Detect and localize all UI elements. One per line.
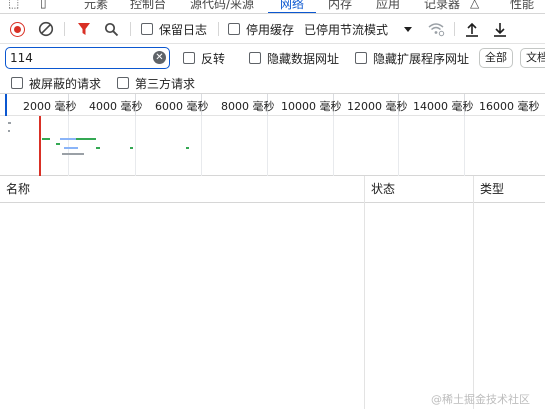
column-header-status[interactable]: 状态 [365, 176, 395, 203]
tab-recorder[interactable]: 记录器 [424, 0, 460, 12]
filter-doc-button[interactable]: 文档 [520, 48, 545, 68]
tab-memory[interactable]: 内存 [328, 0, 352, 12]
tab-network[interactable]: 网络 [280, 0, 304, 12]
request-bar [186, 147, 189, 149]
request-bar [62, 153, 84, 155]
grid-line [267, 116, 268, 176]
checkbox-box[interactable] [355, 52, 367, 64]
tick-label: 12000 毫秒 [347, 100, 408, 113]
import-har-button[interactable] [465, 21, 479, 37]
devtools-tab-bar: ⬚ ▯ 元素 控制台 源代码/来源 网络 内存 应用 记录器 △ 性能 [0, 0, 545, 14]
preserve-log-label: 保留日志 [159, 22, 208, 37]
wifi-settings-icon [428, 23, 445, 37]
checkbox-box[interactable] [11, 77, 23, 89]
filter-funnel-icon [78, 23, 90, 35]
request-bar [96, 147, 100, 149]
hide-data-urls-checkbox[interactable]: 隐藏数据网址 [249, 50, 339, 66]
request-bar [76, 138, 96, 140]
tick-label: 4000 毫秒 [89, 100, 143, 113]
grid-line [135, 116, 136, 176]
disable-cache-label: 停用缓存 [246, 22, 295, 37]
download-icon [494, 22, 506, 37]
checkbox-box[interactable] [183, 52, 195, 64]
clear-button[interactable] [38, 21, 54, 37]
column-header-name[interactable]: 名称 [0, 176, 30, 203]
column-divider[interactable] [473, 176, 474, 409]
toolbar-separator [454, 22, 455, 36]
request-filter-row: 被屏蔽的请求 第三方请求 [0, 72, 545, 94]
column-divider[interactable] [364, 176, 365, 409]
request-bar [130, 147, 133, 149]
tick-label: 8000 毫秒 [221, 100, 275, 113]
filter-all-button[interactable]: 全部 [479, 48, 513, 68]
device-toolbar-icon[interactable]: ▯ [40, 0, 47, 10]
network-toolbar: 保留日志 停用缓存 已停用节流模式 [0, 14, 545, 44]
grid-line [333, 116, 334, 176]
grid-line [201, 116, 202, 176]
request-table-header: 名称 状态 类型 [0, 176, 545, 203]
hide-data-urls-label: 隐藏数据网址 [267, 51, 340, 66]
hide-extension-urls-checkbox[interactable]: 隐藏扩展程序网址 [355, 50, 469, 66]
invert-checkbox[interactable]: 反转 [183, 50, 225, 66]
load-event-marker [39, 116, 41, 176]
grid-line [464, 116, 465, 176]
tick-label: 2000 毫秒 [23, 100, 77, 113]
column-header-type[interactable]: 类型 [474, 176, 504, 203]
blocked-requests-checkbox[interactable]: 被屏蔽的请求 [11, 75, 101, 91]
blocked-requests-label: 被屏蔽的请求 [29, 76, 102, 91]
timeline-overview[interactable] [0, 116, 545, 176]
export-har-button[interactable] [493, 21, 507, 37]
timeline-ruler[interactable]: 2000 毫秒 4000 毫秒 6000 毫秒 8000 毫秒 10000 毫秒… [0, 94, 545, 116]
filter-input-box[interactable]: ✕ [5, 47, 170, 69]
tab-performance[interactable]: 性能 [510, 0, 534, 12]
tab-sources[interactable]: 源代码/来源 [190, 0, 254, 12]
grid-line [68, 116, 69, 176]
search-icon [104, 22, 119, 36]
tick-label: 16000 毫秒 [479, 100, 540, 113]
tab-application[interactable]: 应用 [376, 0, 400, 12]
record-icon [10, 21, 25, 37]
clear-filter-icon[interactable]: ✕ [153, 51, 166, 64]
preserve-log-checkbox[interactable]: 保留日志 [141, 21, 207, 37]
clear-icon [38, 21, 54, 37]
tick-label: 10000 毫秒 [281, 100, 342, 113]
chevron-down-icon [404, 27, 413, 32]
disable-cache-checkbox[interactable]: 停用缓存 [228, 21, 294, 37]
checkbox-box[interactable] [117, 77, 129, 89]
third-party-checkbox[interactable]: 第三方请求 [117, 75, 195, 91]
tab-console[interactable]: 控制台 [130, 0, 166, 12]
network-conditions-button[interactable] [427, 21, 445, 37]
tick-label: 6000 毫秒 [155, 100, 209, 113]
upload-icon [466, 22, 478, 37]
third-party-label: 第三方请求 [135, 76, 196, 91]
filter-toggle-button[interactable] [77, 21, 91, 37]
filter-bar: ✕ 反转 隐藏数据网址 隐藏扩展程序网址 全部 文档 [0, 44, 545, 72]
request-bar [56, 143, 60, 145]
search-button[interactable] [104, 21, 119, 37]
watermark-text: @稀土掘金技术社区 [431, 393, 530, 406]
throttle-select-value: 已停用节流模式 [304, 22, 389, 37]
checkbox-box[interactable] [228, 23, 240, 35]
request-bar [8, 122, 11, 124]
recorder-flask-icon: △ [470, 0, 480, 10]
tick-label: 14000 毫秒 [413, 100, 474, 113]
hide-extension-urls-label: 隐藏扩展程序网址 [373, 51, 470, 66]
tab-elements[interactable]: 元素 [84, 0, 108, 12]
request-bar [64, 147, 78, 149]
checkbox-box[interactable] [249, 52, 261, 64]
toolbar-separator [218, 22, 219, 36]
checkbox-box[interactable] [141, 23, 153, 35]
grid-line [398, 116, 399, 176]
request-bar [60, 138, 76, 140]
toolbar-separator [64, 22, 65, 36]
overview-handle[interactable] [5, 94, 7, 116]
toolbar-separator [130, 22, 131, 36]
inspect-element-icon[interactable]: ⬚ [8, 0, 19, 10]
request-bar [8, 130, 10, 132]
throttle-select[interactable]: 已停用节流模式 [304, 21, 413, 37]
request-bar [42, 138, 50, 140]
record-button[interactable] [10, 21, 25, 37]
filter-input[interactable] [10, 49, 150, 67]
invert-label: 反转 [201, 51, 226, 66]
